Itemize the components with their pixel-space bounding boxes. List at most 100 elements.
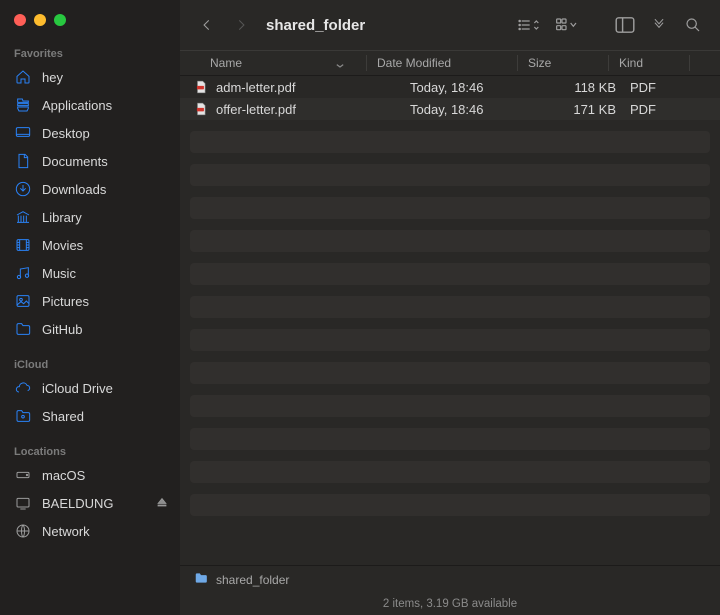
toolbar-overflow-button[interactable] xyxy=(644,11,674,39)
sidebar-item-label: Shared xyxy=(42,409,84,424)
file-name: offer-letter.pdf xyxy=(216,102,410,117)
search-button[interactable] xyxy=(678,11,708,39)
empty-row-placeholder xyxy=(190,263,710,285)
sidebar-item-hey[interactable]: hey xyxy=(0,63,180,91)
pdf-file-icon xyxy=(194,102,210,116)
pictures-icon xyxy=(14,293,32,309)
empty-row-placeholder xyxy=(190,461,710,483)
empty-row-placeholder xyxy=(190,296,710,318)
file-size: 118 KB xyxy=(550,80,630,95)
empty-row-placeholder xyxy=(190,230,710,252)
sidebar-item-downloads[interactable]: Downloads xyxy=(0,175,180,203)
sidebar-item-label: Downloads xyxy=(42,182,106,197)
window-controls xyxy=(0,12,180,42)
sidebar-item-label: hey xyxy=(42,70,63,85)
group-by-button[interactable] xyxy=(548,11,588,39)
path-bar[interactable]: shared_folder xyxy=(180,565,720,593)
minimize-button[interactable] xyxy=(34,14,46,26)
sidebar-item-pictures[interactable]: Pictures xyxy=(0,287,180,315)
sidebar-section-locations: Locations xyxy=(0,440,180,461)
music-icon xyxy=(14,265,32,281)
sidebar-item-movies[interactable]: Movies xyxy=(0,231,180,259)
internal-disk-icon xyxy=(14,467,32,483)
column-header-label: Name xyxy=(210,56,242,70)
folder-icon xyxy=(194,571,208,588)
sidebar-item-label: BAELDUNG xyxy=(42,496,114,511)
fullscreen-button[interactable] xyxy=(54,14,66,26)
sidebar-item-label: Desktop xyxy=(42,126,90,141)
file-name: adm-letter.pdf xyxy=(216,80,410,95)
sidebar-item-label: macOS xyxy=(42,468,85,483)
sidebar-item-label: Network xyxy=(42,524,90,539)
eject-icon[interactable] xyxy=(156,496,168,511)
sidebar-item-macos[interactable]: macOS xyxy=(0,461,180,489)
sidebar-item-baeldung[interactable]: BAELDUNG xyxy=(0,489,180,517)
status-bar: 2 items, 3.19 GB available xyxy=(180,593,720,615)
sidebar-item-github[interactable]: GitHub xyxy=(0,315,180,343)
empty-row-placeholder xyxy=(190,428,710,450)
cloud-icon xyxy=(14,380,32,396)
empty-row-placeholder xyxy=(190,395,710,417)
sidebar-item-icloud-drive[interactable]: iCloud Drive xyxy=(0,374,180,402)
column-header-size[interactable]: Size xyxy=(528,56,608,70)
house-icon xyxy=(14,69,32,85)
column-header-name[interactable]: Name xyxy=(210,56,366,70)
movies-icon xyxy=(14,237,32,253)
empty-row-placeholder xyxy=(190,362,710,384)
close-button[interactable] xyxy=(14,14,26,26)
file-date: Today, 18:46 xyxy=(410,102,550,117)
desktop-icon xyxy=(14,125,32,141)
file-list: adm-letter.pdf Today, 18:46 118 KB PDF o… xyxy=(180,76,720,565)
sidebar-section-favorites: Favorites xyxy=(0,42,180,63)
sidebar-item-shared[interactable]: Shared xyxy=(0,402,180,430)
sidebar-item-library[interactable]: Library xyxy=(0,203,180,231)
back-button[interactable] xyxy=(192,11,222,39)
toggle-sidebar-button[interactable] xyxy=(610,11,640,39)
main-pane: shared_folder Name Date Modified Size xyxy=(180,0,720,615)
sidebar-item-music[interactable]: Music xyxy=(0,259,180,287)
forward-button[interactable] xyxy=(226,11,256,39)
file-date: Today, 18:46 xyxy=(410,80,550,95)
applications-icon xyxy=(14,97,32,113)
file-row[interactable]: adm-letter.pdf Today, 18:46 118 KB PDF xyxy=(180,76,720,98)
sidebar-item-label: GitHub xyxy=(42,322,82,337)
empty-row-placeholder xyxy=(190,131,710,153)
empty-row-placeholder xyxy=(190,164,710,186)
column-headers: Name Date Modified Size Kind xyxy=(180,50,720,76)
library-icon xyxy=(14,209,32,225)
network-icon xyxy=(14,523,32,539)
document-icon xyxy=(14,153,32,169)
sidebar: Favorites hey Applications Desktop Docum… xyxy=(0,0,180,615)
column-header-date[interactable]: Date Modified xyxy=(377,56,517,70)
empty-row-placeholder xyxy=(190,197,710,219)
empty-row-placeholder xyxy=(190,494,710,516)
file-size: 171 KB xyxy=(550,102,630,117)
external-disk-icon xyxy=(14,495,32,511)
sidebar-item-documents[interactable]: Documents xyxy=(0,147,180,175)
pdf-file-icon xyxy=(194,80,210,94)
folder-icon xyxy=(14,321,32,337)
file-kind: PDF xyxy=(630,102,700,117)
sidebar-item-label: Movies xyxy=(42,238,83,253)
file-row[interactable]: offer-letter.pdf Today, 18:46 171 KB PDF xyxy=(180,98,720,120)
column-header-kind[interactable]: Kind xyxy=(619,56,689,70)
sidebar-section-icloud: iCloud xyxy=(0,353,180,374)
downloads-icon xyxy=(14,181,32,197)
toolbar: shared_folder xyxy=(180,0,720,50)
shared-folder-icon xyxy=(14,408,32,424)
file-kind: PDF xyxy=(630,80,700,95)
status-text: 2 items, 3.19 GB available xyxy=(383,598,517,610)
sidebar-item-desktop[interactable]: Desktop xyxy=(0,119,180,147)
sidebar-item-label: Library xyxy=(42,210,82,225)
view-list-button[interactable] xyxy=(514,11,544,39)
window-title: shared_folder xyxy=(266,17,365,34)
sidebar-item-label: iCloud Drive xyxy=(42,381,113,396)
sidebar-item-applications[interactable]: Applications xyxy=(0,91,180,119)
sidebar-item-label: Applications xyxy=(42,98,112,113)
sidebar-item-label: Documents xyxy=(42,154,108,169)
empty-row-placeholder xyxy=(190,329,710,351)
sort-indicator-icon xyxy=(336,58,344,68)
sidebar-item-network[interactable]: Network xyxy=(0,517,180,545)
sidebar-item-label: Music xyxy=(42,266,76,281)
sidebar-item-label: Pictures xyxy=(42,294,89,309)
